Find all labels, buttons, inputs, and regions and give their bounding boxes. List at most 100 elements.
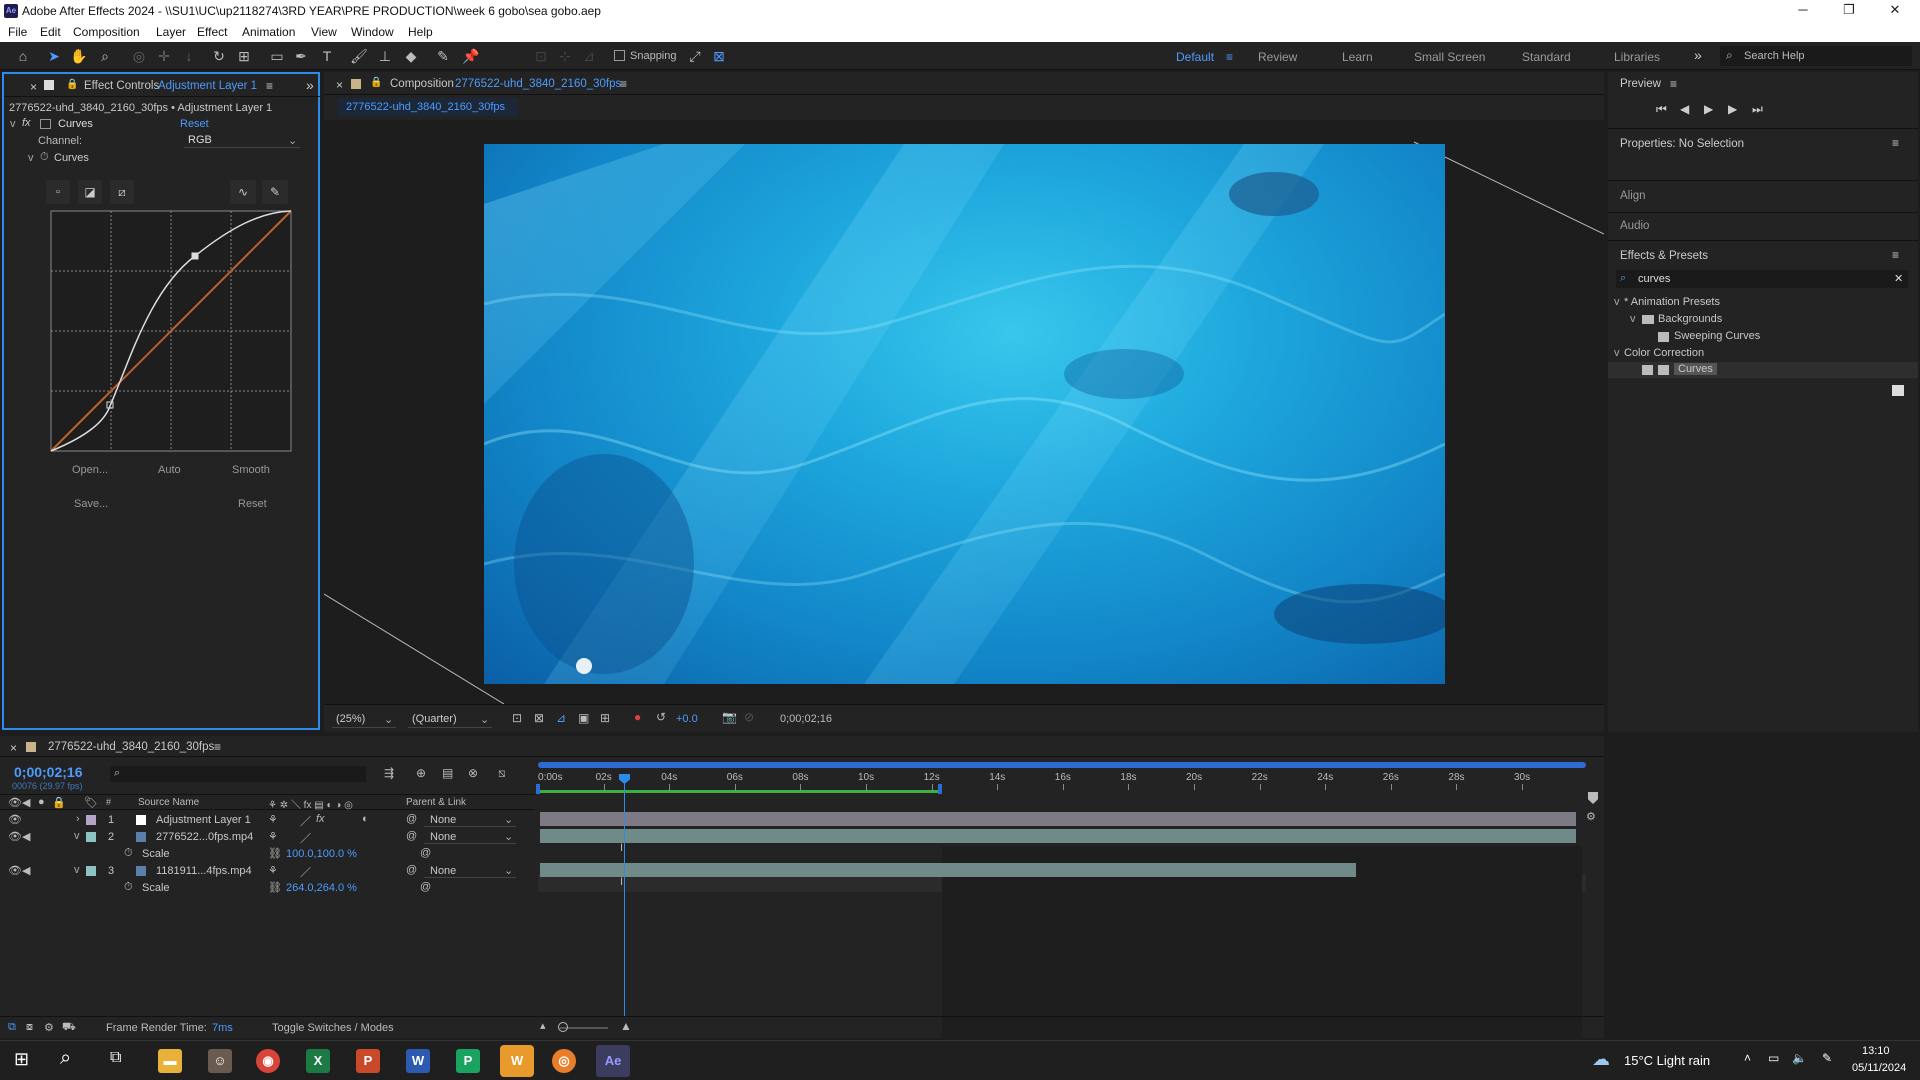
effect-settings-icon[interactable]	[40, 119, 51, 129]
eye-icon[interactable]: 👁	[8, 813, 22, 826]
weather-icon[interactable]: ☁	[1592, 1049, 1610, 1070]
quality-switch-icon[interactable]: ／	[300, 830, 311, 846]
timeline-current-time[interactable]: 0;00;02;16	[14, 764, 83, 780]
zoom-slider-handle[interactable]	[558, 1022, 568, 1032]
mask-visibility-icon[interactable]: ⊿	[556, 711, 566, 725]
tree-curves[interactable]: Curves	[1674, 363, 1717, 375]
label-tag-icon[interactable]: 🏷	[84, 796, 98, 809]
audio-toggle-icon[interactable]: ◀	[22, 796, 30, 809]
fx-switch-icon[interactable]: fx	[316, 813, 325, 825]
zoom-tool-icon[interactable]: ⌕	[96, 47, 114, 65]
chevron-down-icon[interactable]: v	[10, 118, 16, 130]
local-axis-icon[interactable]: ⊡	[532, 47, 550, 65]
eraser-tool-icon[interactable]: ◆	[402, 47, 420, 65]
curve-large-grid-icon[interactable]: ⧄	[110, 180, 134, 204]
brush-tool-icon[interactable]: 🖌	[350, 47, 368, 65]
layer-name[interactable]: Adjustment Layer 1	[156, 814, 251, 826]
workspace-default[interactable]: Default	[1176, 50, 1214, 64]
source-name-header[interactable]: Source Name	[138, 797, 199, 808]
layer-row[interactable]: 👁 ◀ v 3 1181911...4fps.mp4 ⚘ ／ @ None ⌄	[0, 863, 535, 880]
windows-start-icon[interactable]: ⊞	[14, 1049, 29, 1070]
rectangle-tool-icon[interactable]: ▭	[268, 47, 286, 65]
scale-value[interactable]: 264.0,264.0 %	[286, 882, 357, 894]
play-icon[interactable]: ▶	[1704, 102, 1713, 116]
chevron-down-icon[interactable]: v	[1614, 347, 1620, 359]
clock-date[interactable]: 05/11/2024	[1852, 1062, 1906, 1074]
save-button[interactable]: Save...	[74, 498, 108, 510]
volume-icon[interactable]: 🔈	[1792, 1051, 1807, 1065]
chevron-right-icon[interactable]: ›	[76, 813, 80, 825]
pickwhip-icon[interactable]: @	[406, 830, 417, 842]
shy-switch-icon[interactable]: ⚘	[268, 813, 278, 826]
pickwhip-icon[interactable]: @	[406, 813, 417, 825]
selection-tool-icon[interactable]: ➤	[45, 47, 63, 65]
dolly-tool-icon[interactable]: ↓	[180, 47, 198, 65]
network-icon[interactable]: ▭	[1768, 1051, 1779, 1065]
menu-file[interactable]: File	[8, 25, 27, 39]
home-icon[interactable]: ⌂	[14, 47, 32, 65]
render-settings-icon[interactable]: ⧉	[8, 1021, 16, 1034]
close-tab-icon[interactable]: ×	[30, 80, 37, 94]
label-color-swatch[interactable]	[86, 832, 96, 842]
menu-window[interactable]: Window	[351, 25, 394, 39]
composition-viewer[interactable]	[324, 120, 1604, 704]
chevron-down-icon[interactable]: v	[74, 830, 80, 842]
label-color-swatch[interactable]	[86, 866, 96, 876]
composition-tab-name[interactable]: 2776522-uhd_3840_2160_30fps	[455, 78, 621, 90]
fx-icon[interactable]: fx	[22, 117, 31, 129]
layer-name[interactable]: 2776522...0fps.mp4	[156, 831, 253, 843]
panel-menu-icon[interactable]: ≡	[214, 740, 221, 754]
next-frame-icon[interactable]: ▶	[1728, 102, 1737, 116]
shy-switch-icon[interactable]: ⚘	[268, 830, 278, 843]
pickwhip-icon[interactable]: @	[420, 847, 431, 859]
last-frame-icon[interactable]: ⏭	[1752, 102, 1763, 117]
clear-search-icon[interactable]: ✕	[1894, 272, 1903, 285]
work-area-bar[interactable]	[536, 784, 942, 794]
comp-marker-bin-icon[interactable]	[1588, 792, 1598, 804]
excel-icon[interactable]: X	[306, 1049, 330, 1073]
panel-menu-icon[interactable]: ≡	[620, 77, 627, 91]
eye-icon[interactable]: 👁	[8, 830, 22, 843]
tree-sweeping-curves[interactable]: Sweeping Curves	[1674, 330, 1760, 342]
audio-icon[interactable]: ◀	[22, 830, 30, 843]
menu-edit[interactable]: Edit	[40, 25, 61, 39]
chevron-down-icon[interactable]: v	[74, 864, 80, 876]
graph-editor-icon[interactable]: ⧅	[498, 766, 506, 781]
effects-search-input[interactable]: ⌕ curves ✕	[1616, 270, 1908, 288]
chevron-down-icon[interactable]: v	[28, 152, 34, 164]
chevron-up-icon[interactable]: ˄	[1744, 1051, 1751, 1065]
search-help-field[interactable]: ⌕ Search Help	[1720, 46, 1912, 66]
exposure-value[interactable]: +0.0	[676, 713, 698, 725]
lock-icon[interactable]: 🔒	[66, 79, 78, 90]
snap-edges-icon[interactable]: ⤢	[686, 47, 704, 65]
workspace-small-screen[interactable]: Small Screen	[1414, 50, 1485, 64]
clone-stamp-tool-icon[interactable]: ⊥	[376, 47, 394, 65]
label-color-swatch[interactable]	[86, 815, 96, 825]
roto-brush-tool-icon[interactable]: ✎	[434, 47, 452, 65]
curve-medium-grid-icon[interactable]: ◪	[78, 180, 102, 204]
pan-tool-icon[interactable]: ✛	[155, 47, 173, 65]
layer-row[interactable]: 👁 › 1 Adjustment Layer 1 ⚘ ／ fx ◐ @ None…	[0, 812, 535, 829]
powerpoint-icon[interactable]: P	[356, 1049, 380, 1073]
auto-button[interactable]: Auto	[158, 464, 181, 476]
property-row[interactable]: ⏱ Scale ⛓ 100.0,100.0 % @	[0, 846, 535, 863]
transfer-controls-icon[interactable]: ⚙	[44, 1021, 54, 1034]
quality-switch-icon[interactable]: ／	[300, 864, 311, 880]
maximize-button[interactable]: ❐	[1826, 2, 1872, 20]
toggle-switches-modes-button[interactable]: Toggle Switches / Modes	[272, 1022, 394, 1034]
tree-backgrounds[interactable]: Backgrounds	[1658, 313, 1722, 325]
layer-bar-adjustment[interactable]	[540, 812, 1576, 826]
menu-help[interactable]: Help	[408, 25, 433, 39]
wacom-app-icon[interactable]: W	[500, 1045, 534, 1077]
comp-button-icon[interactable]: ⚙	[1586, 810, 1596, 823]
task-view-icon[interactable]: ⧉	[110, 1049, 121, 1067]
panel-menu-icon[interactable]: ≡	[1892, 136, 1899, 150]
video-toggle-icon[interactable]: 👁	[8, 796, 22, 809]
resolution-dropdown[interactable]: (Quarter) ⌄	[408, 710, 492, 728]
guides-icon[interactable]: ⊞	[600, 711, 610, 725]
shy-switch-icon[interactable]: ⚘	[268, 864, 278, 877]
effect-controls-layer-name[interactable]: Adjustment Layer 1	[158, 80, 257, 92]
word-icon[interactable]: W	[406, 1049, 430, 1073]
draft-3d-icon[interactable]: ⊕	[416, 766, 426, 780]
layer-switches-icon[interactable]: ⧇	[26, 1021, 33, 1034]
